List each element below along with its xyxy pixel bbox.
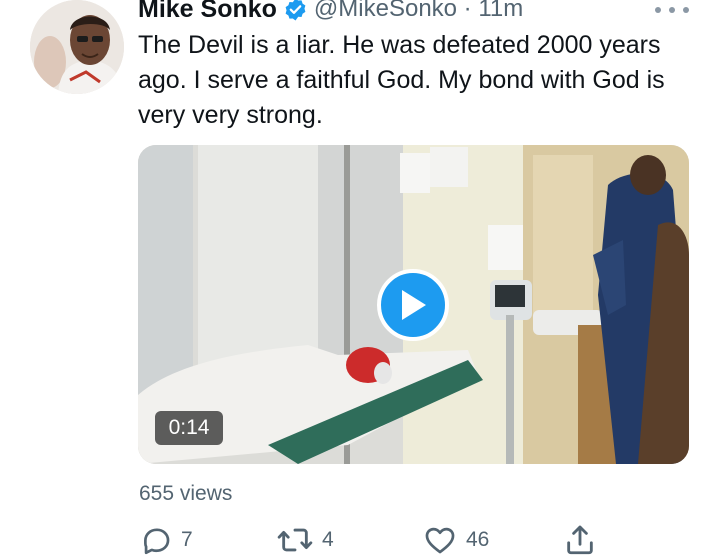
tweet-text: The Devil is a liar. He was defeated 200… xyxy=(138,31,665,129)
verified-badge-icon xyxy=(283,0,308,22)
share-button[interactable] xyxy=(563,523,597,557)
more-options-icon[interactable] xyxy=(655,0,689,20)
reply-count: 7 xyxy=(181,528,193,551)
author-handle-time[interactable]: @MikeSonko · 11m xyxy=(314,0,523,23)
retweet-count: 4 xyxy=(322,528,334,551)
tweet-header: Mike Sonko @MikeSonko · 11m xyxy=(138,0,523,24)
video-duration: 0:14 xyxy=(155,411,223,445)
avatar-image xyxy=(30,0,124,94)
like-count: 46 xyxy=(466,528,490,551)
retweet-icon xyxy=(277,528,313,552)
like-button[interactable]: 46 xyxy=(422,523,489,557)
play-button[interactable] xyxy=(377,269,449,341)
retweet-button[interactable]: 4 xyxy=(276,523,334,557)
video-player[interactable]: 0:14 xyxy=(138,145,689,464)
avatar[interactable] xyxy=(30,0,124,94)
play-icon xyxy=(402,290,426,320)
reply-button[interactable]: 7 xyxy=(139,523,193,557)
view-count: 655 views xyxy=(139,482,233,505)
action-bar: 7 4 46 xyxy=(139,523,599,557)
reply-icon xyxy=(144,528,170,555)
like-icon xyxy=(425,527,455,554)
share-icon xyxy=(567,525,593,555)
author-name[interactable]: Mike Sonko xyxy=(138,0,277,24)
